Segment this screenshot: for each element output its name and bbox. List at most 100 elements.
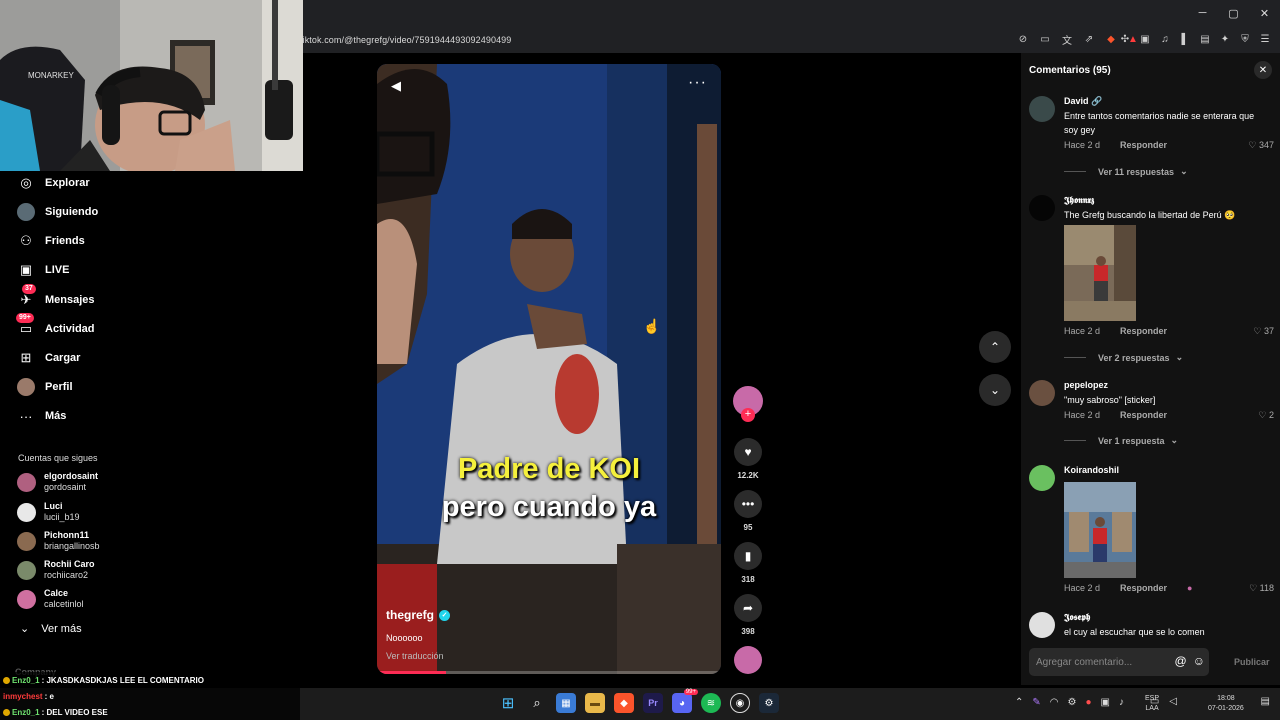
sidebar-item-mas[interactable]: ··· Más	[17, 405, 67, 427]
file-explorer-icon[interactable]: ▬	[585, 693, 605, 713]
vpn-icon[interactable]: ⛨	[1238, 32, 1252, 46]
view-replies-button[interactable]: Ver 2 respuestas ⌄	[1064, 352, 1183, 363]
comment-user[interactable]: Koirandoshil	[1064, 465, 1119, 475]
comment-like[interactable]: ♡ 347	[1248, 140, 1274, 151]
tray-pen-icon[interactable]: ✎	[1032, 697, 1040, 708]
sidebar-item-live[interactable]: ▣ LIVE	[17, 259, 70, 281]
tray-steam-icon[interactable]: ⚙	[1068, 697, 1077, 708]
tray-mic-icon[interactable]: ♪	[1119, 697, 1124, 708]
comment-user[interactable]: 𝕵𝖍𝖔𝖓𝖓𝖝𝖟	[1064, 195, 1094, 206]
search-icon[interactable]: ⌕	[527, 693, 547, 713]
close-comments-button[interactable]: ✕	[1254, 61, 1272, 79]
followed-account[interactable]: Pichonn11 briangallinosb	[17, 528, 100, 554]
sidebar-item-cargar[interactable]: ⊞ Cargar	[17, 347, 81, 369]
address-bar[interactable]: tiktok.com/@thegrefg/video/7591944493092…	[300, 29, 1280, 51]
followed-account[interactable]: Luci lucii_b19	[17, 499, 80, 525]
avatar[interactable]	[1029, 612, 1055, 638]
ver-mas-button[interactable]: ⌄ Ver más	[20, 622, 82, 636]
next-video-button[interactable]: ⌄	[979, 374, 1011, 406]
leo-ai-icon[interactable]: ✦	[1218, 32, 1232, 46]
avatar[interactable]	[1029, 380, 1055, 406]
comment-input[interactable]: Agregar comentario... @ ☺	[1029, 648, 1209, 676]
comment-input-placeholder[interactable]: Agregar comentario...	[1036, 657, 1132, 668]
comment-like[interactable]: ♡ 118	[1249, 583, 1274, 594]
windows-start-icon[interactable]: ⊞	[498, 693, 518, 713]
photos-app-icon[interactable]: ▦	[556, 693, 576, 713]
comment-user[interactable]: David 🔗	[1064, 96, 1102, 107]
translate-link[interactable]: Ver traducción	[386, 651, 444, 661]
follow-plus-icon[interactable]: +	[741, 408, 755, 422]
volume-icon[interactable]: ◁	[1169, 696, 1177, 707]
followed-account[interactable]: elgordosaint gordosaint	[17, 469, 98, 495]
sidebar-toggle-icon[interactable]: ▌	[1178, 32, 1192, 46]
sidebar-item-friends[interactable]: ⚇ Friends	[17, 230, 85, 252]
comment-like[interactable]: ♡ 37	[1253, 326, 1274, 337]
clock[interactable]: 18:08 07-01-2026	[1208, 694, 1244, 714]
share-button[interactable]: ➦ 398	[733, 594, 763, 636]
sidebar-item-siguiendo[interactable]: Siguiendo	[17, 201, 98, 223]
followed-account[interactable]: Rochii Caro rochiicaro2	[17, 557, 95, 583]
comment-icon[interactable]: •••	[734, 490, 762, 518]
maximize-button[interactable]: ▢	[1218, 0, 1249, 26]
share-icon[interactable]: ⇗	[1082, 32, 1096, 46]
emoji-icon[interactable]: ☺	[1193, 654, 1205, 668]
brave-browser-icon[interactable]: ◆	[614, 693, 634, 713]
save-button[interactable]: ▮ 318	[733, 542, 763, 584]
comment-button[interactable]: ••• 95	[733, 490, 763, 532]
avatar[interactable]	[1029, 195, 1055, 221]
comment-image[interactable]	[1064, 482, 1136, 578]
reply-button[interactable]: Responder	[1120, 140, 1167, 150]
reply-button[interactable]: Responder	[1120, 583, 1167, 593]
bookmark-icon[interactable]: ▮	[734, 542, 762, 570]
publish-button[interactable]: Publicar	[1234, 657, 1270, 667]
screenshot-icon[interactable]: ▣	[1138, 32, 1152, 46]
avatar[interactable]	[1029, 96, 1055, 122]
steam-icon[interactable]: ⚙	[759, 693, 779, 713]
comment-user[interactable]: pepelopez	[1064, 380, 1108, 390]
video-player[interactable]: ◀︎ ··· Padre de KOI pero cuando ya thegr…	[377, 64, 721, 674]
sidebar-item-perfil[interactable]: Perfil	[17, 376, 73, 398]
network-icon[interactable]: ▭	[1150, 696, 1159, 707]
heart-icon[interactable]: ♥	[734, 438, 762, 466]
brave-shield-icon[interactable]: ◆	[1104, 32, 1118, 46]
sidebar-item-mensajes[interactable]: ✈ 37 Mensajes	[17, 284, 95, 311]
spotify-icon[interactable]: ≋	[701, 693, 721, 713]
premiere-pro-icon[interactable]: Pr	[643, 693, 663, 713]
obs-icon[interactable]: ◉	[730, 693, 750, 713]
reply-button[interactable]: Responder	[1120, 326, 1167, 336]
notifications-icon[interactable]: ▤	[1261, 696, 1270, 707]
video-author[interactable]: thegrefg ✓	[386, 608, 450, 622]
comment-user[interactable]: 𝕵𝖔𝖘𝖊𝖕𝖍	[1064, 612, 1090, 623]
url-text[interactable]: tiktok.com/@thegrefg/video/7591944493092…	[300, 35, 511, 45]
sidebar-item-actividad[interactable]: ▭ 99+ Actividad	[16, 313, 95, 340]
volume-icon[interactable]: ◀︎	[391, 78, 401, 94]
minimize-button[interactable]: ─	[1187, 0, 1218, 26]
video-progress-bar[interactable]	[377, 671, 721, 674]
tray-app-icon[interactable]: ▣	[1101, 697, 1110, 708]
no-tracking-icon[interactable]: ⊘	[1016, 32, 1030, 46]
tray-red-app-icon[interactable]: ●	[1085, 697, 1091, 708]
menu-icon[interactable]: ☰	[1258, 32, 1272, 46]
author-avatar-button[interactable]: +	[733, 386, 763, 422]
followed-account[interactable]: Calce calcetinlol	[17, 586, 84, 612]
view-replies-button[interactable]: Ver 1 respuesta ⌄	[1064, 435, 1178, 446]
extensions-icon[interactable]: ✣	[1118, 32, 1132, 46]
mention-icon[interactable]: @	[1175, 654, 1187, 668]
comment-like[interactable]: ♡ 2	[1258, 410, 1274, 421]
network-volume-tray[interactable]: ▭ ◁	[1150, 696, 1177, 707]
previous-video-button[interactable]: ⌃	[979, 331, 1011, 363]
close-window-button[interactable]: ✕	[1249, 0, 1280, 26]
sidebar-item-explorar[interactable]: ◎ Explorar	[17, 172, 89, 194]
wallet-icon[interactable]: ▤	[1198, 32, 1212, 46]
comment-image[interactable]	[1064, 225, 1136, 321]
reader-mode-icon[interactable]: ▭	[1038, 32, 1052, 46]
author-name[interactable]: thegrefg	[386, 608, 434, 622]
view-replies-button[interactable]: Ver 11 respuestas ⌄	[1064, 166, 1188, 177]
discord-icon[interactable]: ◕ 99+	[672, 689, 698, 713]
reply-button[interactable]: Responder	[1120, 410, 1167, 420]
music-icon[interactable]: ♫	[1158, 32, 1172, 46]
translate-icon[interactable]: 文	[1060, 32, 1074, 47]
share-arrow-icon[interactable]: ➦	[734, 594, 762, 622]
tray-headset-icon[interactable]: ◠	[1050, 697, 1059, 708]
avatar[interactable]	[1029, 465, 1055, 491]
